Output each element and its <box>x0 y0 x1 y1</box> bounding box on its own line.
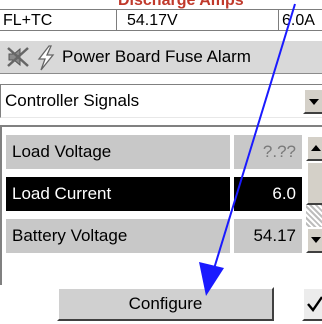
status-divider <box>116 10 117 30</box>
status-amps: 6.0A <box>282 12 315 29</box>
muted-speaker-icon[interactable] <box>6 45 32 69</box>
status-voltage: 54.17V <box>127 12 178 29</box>
chevron-down-icon[interactable] <box>303 88 322 114</box>
status-bar: FL+TC 54.17V 6.0A <box>0 9 322 31</box>
signal-name: Battery Voltage <box>6 219 230 253</box>
signal-row-load-current[interactable]: Load Current 6.0 <box>6 177 302 211</box>
signal-value: ?.?? <box>234 135 302 169</box>
signal-group-select-value: Controller Signals <box>5 91 140 110</box>
arrow-down-icon[interactable] <box>306 227 322 253</box>
signal-value: 54.17 <box>234 219 302 253</box>
status-mode: FL+TC <box>3 12 53 29</box>
arrow-up-icon[interactable] <box>306 135 322 161</box>
ok-button[interactable] <box>302 287 322 321</box>
signal-value: 6.0 <box>234 177 302 211</box>
alarm-message: Power Board Fuse Alarm <box>62 47 251 66</box>
configure-button[interactable]: Configure <box>57 287 274 321</box>
status-divider <box>278 10 279 30</box>
signal-table: Load Voltage ?.?? Load Current 6.0 Batte… <box>0 125 322 285</box>
signal-row-load-voltage[interactable]: Load Voltage ?.?? <box>6 135 302 169</box>
vertical-scrollbar[interactable] <box>306 135 322 253</box>
signal-group-select[interactable]: Controller Signals <box>0 84 322 118</box>
signal-name: Load Voltage <box>6 135 230 169</box>
signal-name: Load Current <box>6 177 230 211</box>
scrollbar-thumb[interactable] <box>306 161 322 205</box>
lightning-bolt-icon <box>34 45 58 71</box>
alarm-bar[interactable]: Power Board Fuse Alarm <box>0 40 322 74</box>
checkmark-icon <box>307 296 322 312</box>
signal-row-battery-voltage[interactable]: Battery Voltage 54.17 <box>6 219 302 253</box>
